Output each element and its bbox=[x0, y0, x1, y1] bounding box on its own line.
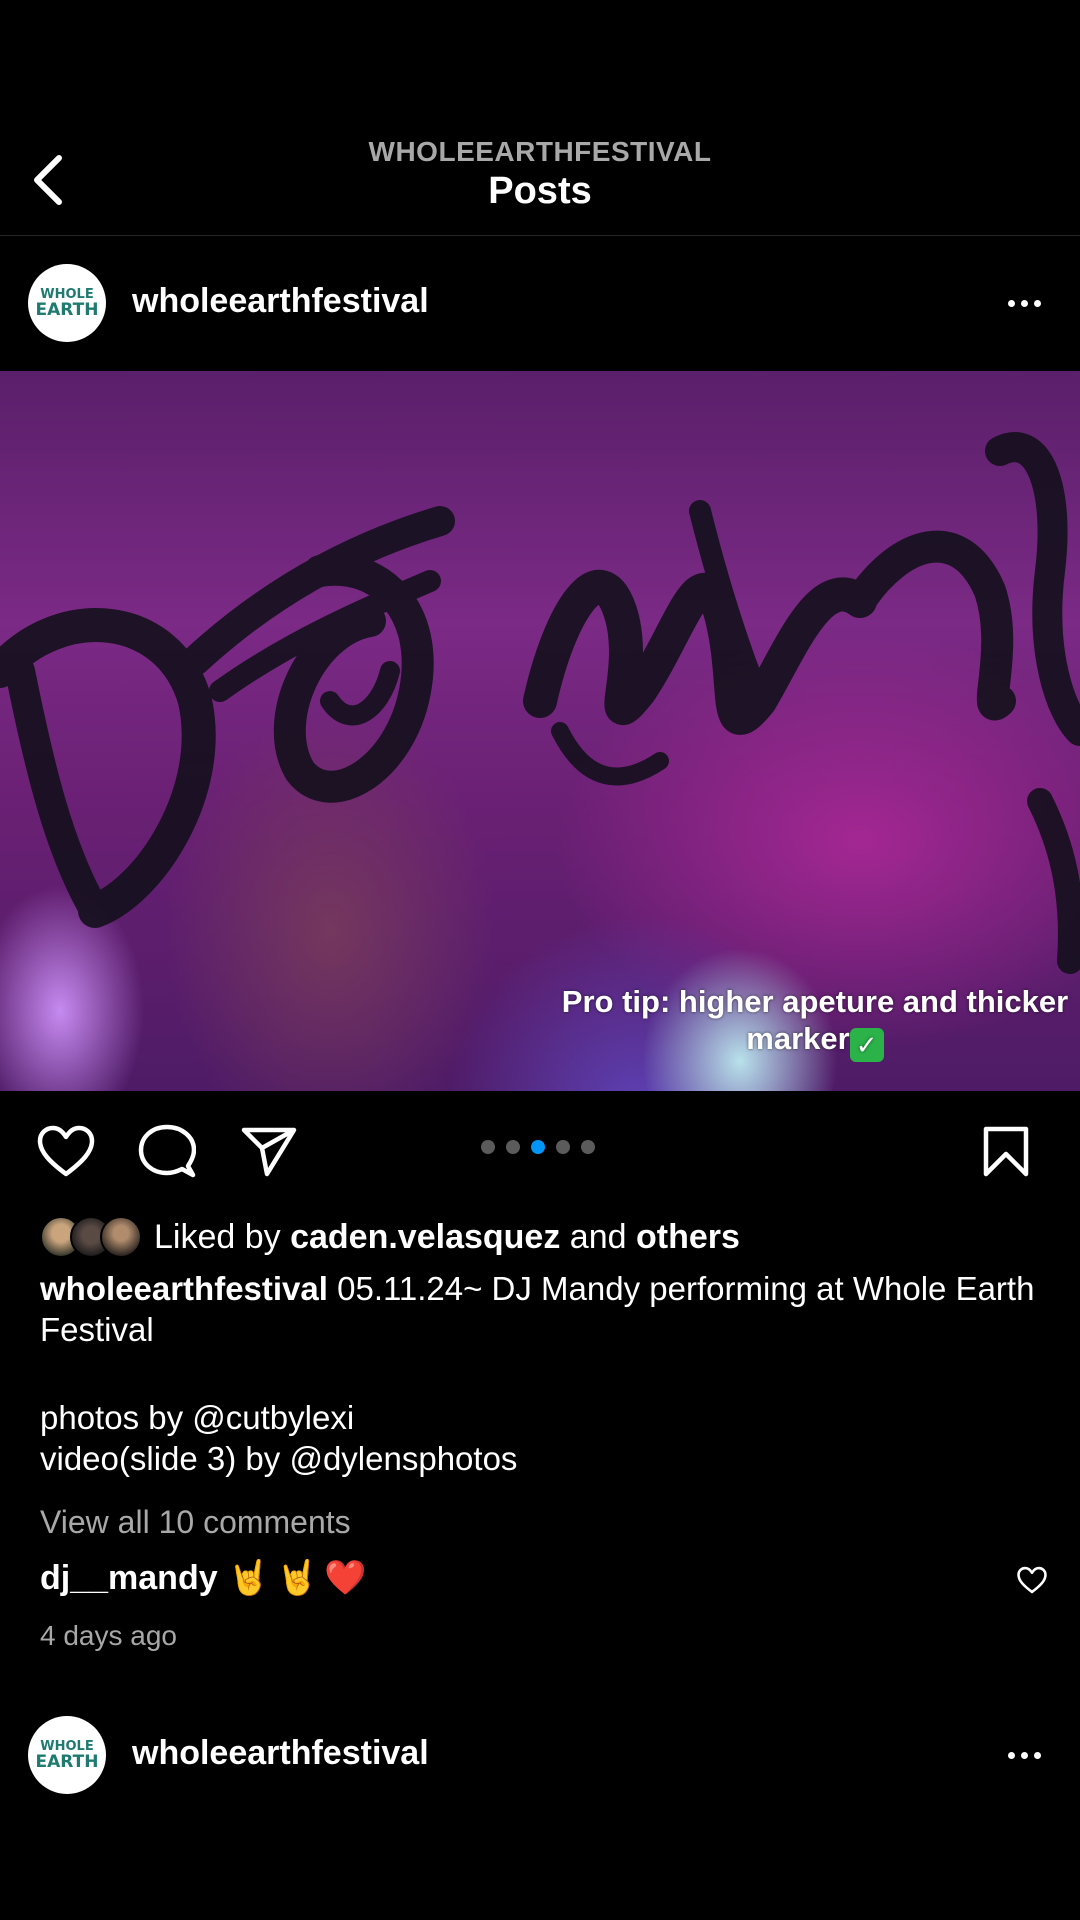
comment-bubble-icon bbox=[138, 1124, 197, 1178]
view-all-comments-link[interactable]: View all 10 comments bbox=[40, 1504, 351, 1541]
check-mark-icon: ✓ bbox=[849, 1028, 884, 1062]
post-header: WHOLE EARTH wholeearthfestival bbox=[0, 248, 1080, 358]
like-button[interactable] bbox=[36, 1124, 96, 1183]
carousel-dot bbox=[581, 1140, 595, 1154]
top-comment: dj__mandy 🤘🤘❤️ bbox=[40, 1558, 373, 1598]
carousel-dot bbox=[556, 1140, 570, 1154]
save-button[interactable] bbox=[982, 1126, 1030, 1183]
carousel-dot bbox=[481, 1140, 495, 1154]
more-options-button[interactable] bbox=[1002, 1745, 1046, 1765]
more-horizontal-icon bbox=[1007, 1751, 1015, 1759]
heart-icon bbox=[37, 1125, 95, 1177]
more-horizontal-icon bbox=[1007, 299, 1015, 307]
post-timestamp: 4 days ago bbox=[40, 1620, 177, 1651]
carousel-dot-active bbox=[531, 1140, 545, 1154]
post-username[interactable]: wholeearthfestival bbox=[132, 1734, 429, 1773]
likes-text: Liked by caden.velasquez and others bbox=[154, 1217, 740, 1256]
carousel-dot bbox=[506, 1140, 520, 1154]
share-button[interactable] bbox=[240, 1124, 298, 1183]
bookmark-icon bbox=[983, 1126, 1029, 1177]
whole-earth-logo: WHOLE EARTH bbox=[35, 286, 99, 320]
media-caption-overlay: Pro tip: higher apeture and thicker mark… bbox=[561, 984, 1069, 1062]
post-username[interactable]: wholeearthfestival bbox=[132, 282, 429, 321]
heart-icon bbox=[1017, 1566, 1047, 1594]
paper-plane-icon bbox=[241, 1127, 297, 1177]
caption-username[interactable]: wholeearthfestival bbox=[40, 1270, 328, 1307]
likes-row[interactable]: Liked by caden.velasquez and others bbox=[40, 1215, 740, 1259]
post-caption: wholeearthfestival 05.11.24~ DJ Mandy pe… bbox=[40, 1268, 1050, 1479]
comment-text: 🤘🤘❤️ bbox=[227, 1559, 373, 1597]
next-post-header: WHOLE EARTH wholeearthfestival bbox=[0, 1700, 1080, 1810]
more-options-button[interactable] bbox=[1002, 293, 1046, 313]
comment-like-button[interactable] bbox=[1016, 1566, 1048, 1599]
avatar[interactable]: WHOLE EARTH bbox=[28, 1716, 106, 1794]
caption-credit-video: video(slide 3) by @dylensphotos bbox=[40, 1440, 518, 1477]
avatar[interactable]: WHOLE EARTH bbox=[28, 264, 106, 342]
nav-account-name: WHOLEEARTHFESTIVAL bbox=[368, 136, 712, 167]
post-media[interactable]: Pro tip: higher apeture and thicker mark… bbox=[0, 371, 1080, 1091]
page-title: Posts bbox=[488, 170, 592, 212]
caption-credit-photos: photos by @cutbylexi bbox=[40, 1399, 355, 1436]
carousel-indicator bbox=[481, 1140, 595, 1154]
whole-earth-logo: WHOLE EARTH bbox=[35, 1738, 99, 1772]
comment-username[interactable]: dj__mandy bbox=[40, 1559, 218, 1597]
top-nav: WHOLEEARTHFESTIVAL Posts bbox=[0, 0, 1080, 236]
comment-button[interactable] bbox=[138, 1124, 197, 1185]
liker-avatar bbox=[100, 1216, 142, 1258]
